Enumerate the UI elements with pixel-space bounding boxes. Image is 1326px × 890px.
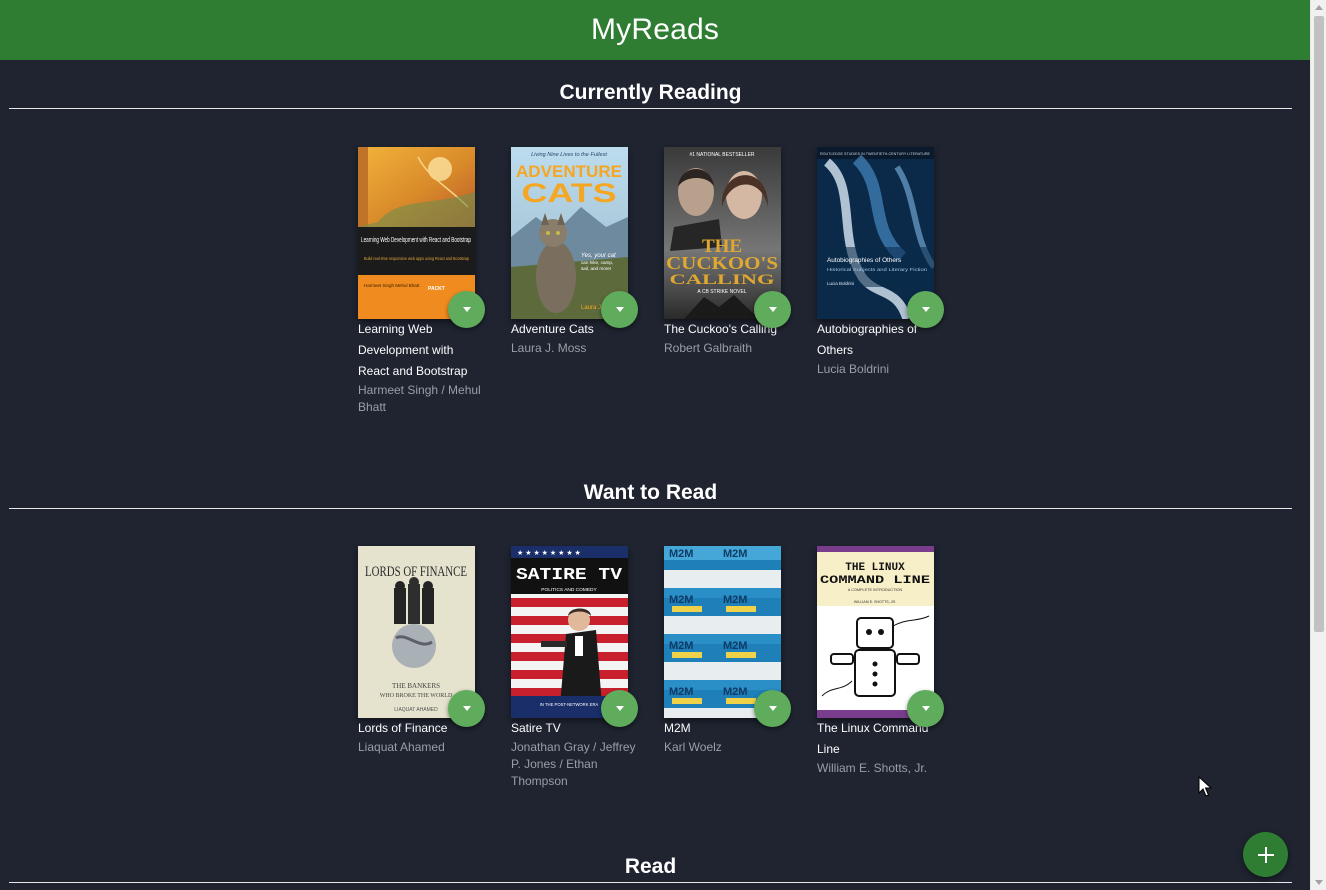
book-item: ROUTLEDGE STUDIES IN TWENTIETH-CENTURY L… <box>817 147 945 378</box>
book-authors: Jonathan Gray / Jeffrey P. Jones / Ethan… <box>511 740 636 788</box>
scroll-up-icon[interactable] <box>1315 5 1323 10</box>
book-authors: Lucia Boldrini <box>817 362 890 376</box>
scroll-down-icon[interactable] <box>1315 880 1323 885</box>
shelf-changer-button[interactable] <box>907 291 944 328</box>
scrollbar-thumb[interactable] <box>1314 16 1324 632</box>
cover-tile: M2M <box>669 594 693 606</box>
cover-author: LIAQUAT AHAMED <box>394 707 438 713</box>
book-item: M2M M2M M2M M2M M2M M2M M2M M2M M2M Karl… <box>664 546 792 756</box>
shelf-title-currently-reading: Currently Reading <box>9 81 1292 109</box>
book-authors: Karl Woelz <box>664 740 722 754</box>
cover-blurb: sail, and more! <box>581 266 611 271</box>
cover-blurb: can hike, camp, <box>581 260 613 265</box>
cover-subtitle: A COMPLETE INTRODUCTION <box>848 588 903 592</box>
arrow-drop-down-icon <box>615 706 624 711</box>
book-item: Learning Web Development with React and … <box>358 147 486 416</box>
cover-subtitle: WHO BROKE THE WORLD <box>380 693 453 699</box>
shelf-changer-button[interactable] <box>601 690 638 727</box>
cover-subtitle: Build real-time responsive web apps usin… <box>364 256 469 261</box>
arrow-drop-down-icon <box>921 307 930 312</box>
cover-series: A CB STRIKE NOVEL <box>697 289 746 295</box>
arrow-drop-down-icon <box>921 706 930 711</box>
cover-publisher: PACKT <box>428 286 445 292</box>
app-title: MyReads <box>590 13 720 46</box>
cover-series: ROUTLEDGE STUDIES IN TWENTIETH-CENTURY L… <box>820 152 931 156</box>
cover-title-line: Learning Web Development with React and … <box>361 235 471 244</box>
shelf-title-read: Read <box>9 855 1292 883</box>
cover-tile: M2M <box>723 686 747 698</box>
cover-subtitle: IN THE POST-NETWORK ERA <box>540 702 599 707</box>
cover-tile: M2M <box>669 640 693 652</box>
book-title: Learning Web Development with React and … <box>358 322 468 378</box>
cover-tagline: #1 NATIONAL BESTSELLER <box>689 152 754 158</box>
svg-text:★ ★ ★ ★ ★ ★ ★ ★: ★ ★ ★ ★ ★ ★ ★ ★ <box>517 549 581 557</box>
cover-subtitle: THE BANKERS <box>392 682 440 690</box>
cover-tile: M2M <box>669 548 693 560</box>
book-authors: Robert Galbraith <box>664 341 753 355</box>
book-item: #1 NATIONAL BESTSELLER THE CUCKOO'S CALL… <box>664 147 792 357</box>
cover-tile: M2M <box>723 594 747 606</box>
page-scrollbar[interactable] <box>1310 0 1326 890</box>
cover-title-line: Autobiographies of Others <box>827 257 901 264</box>
cover-author: Harmeet Singh Mehul Bhatt <box>364 283 420 288</box>
book-authors: Laura J. Moss <box>511 341 587 355</box>
shelf-changer-button[interactable] <box>907 690 944 727</box>
book-item: Living Nine Lives to the Fullest ADVENTU… <box>511 147 639 357</box>
cover-author: Laura J. <box>581 305 603 311</box>
shelf-changer-button[interactable] <box>754 291 791 328</box>
shelf-changer-button[interactable] <box>754 690 791 727</box>
cover-tile: M2M <box>723 640 747 652</box>
cover-tile: M2M <box>723 548 747 560</box>
book-item: ★ ★ ★ ★ ★ ★ ★ ★ SATIRE TV POLITICS AND C… <box>511 546 639 790</box>
book-authors: William E. Shotts, Jr. <box>817 761 928 775</box>
cover-blurb: Yes, your cat <box>581 253 616 259</box>
book-authors: Harmeet Singh / Mehul Bhatt <box>358 383 481 414</box>
book-item: THE LINUX COMMAND LINE A COMPLETE INTROD… <box>817 546 945 777</box>
book-item: LORDS OF FINANCE THE BANKERS WHO BROKE T… <box>358 546 486 756</box>
cover-tile: M2M <box>669 686 693 698</box>
add-book-button[interactable] <box>1243 832 1288 877</box>
cover-title-line: COMMAND LINE <box>820 575 931 587</box>
arrow-drop-down-icon <box>768 706 777 711</box>
shelf-changer-button[interactable] <box>601 291 638 328</box>
arrow-drop-down-icon <box>462 307 471 312</box>
cover-subtitle: POLITICS AND COMEDY <box>541 587 597 593</box>
mouse-pointer-icon <box>1198 776 1212 797</box>
cover-subtitle: Historical Subjects and Literary Fiction <box>827 267 928 272</box>
shelf-changer-button[interactable] <box>448 291 485 328</box>
shelf-changer-button[interactable] <box>448 690 485 727</box>
cover-title-line: CALLING <box>670 272 775 288</box>
cover-title-line: CATS <box>522 178 617 208</box>
cover-tagline: Living Nine Lives to the Fullest <box>531 152 607 158</box>
book-authors: Liaquat Ahamed <box>358 740 445 754</box>
arrow-drop-down-icon <box>768 307 777 312</box>
cover-author: WILLIAM E. SHOTTS, JR. <box>854 600 896 604</box>
arrow-drop-down-icon <box>462 706 471 711</box>
plus-icon <box>1257 846 1274 863</box>
cover-title-line: SATIRE TV <box>516 566 623 585</box>
cover-title-line: THE LINUX <box>845 562 905 574</box>
app-header: MyReads <box>0 0 1310 60</box>
cover-title-line: CUCKOO'S <box>666 253 778 273</box>
cover-author: Lucia Boldrini <box>827 281 854 286</box>
arrow-drop-down-icon <box>615 307 624 312</box>
shelf-title-want-to-read: Want to Read <box>9 481 1292 509</box>
